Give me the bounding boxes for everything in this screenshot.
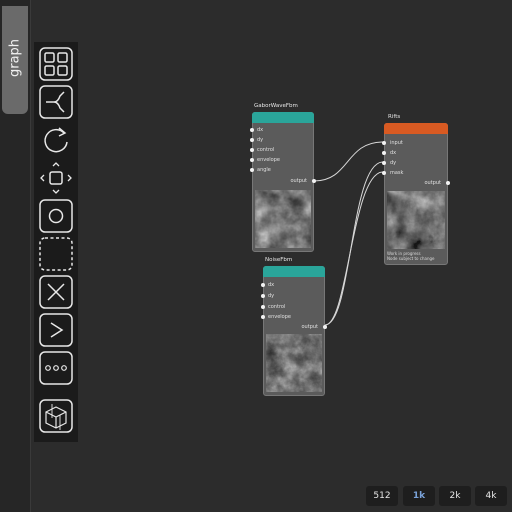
- port-label-mask: mask: [390, 170, 404, 176]
- port-label-output: output: [301, 324, 319, 330]
- input-port-envelope[interactable]: [261, 315, 265, 319]
- port-label-control: control: [257, 147, 275, 153]
- input-port-envelope[interactable]: [250, 158, 254, 162]
- wire-noise-to-rifts-dy: [324, 161, 384, 326]
- port-label-dx: dx: [268, 282, 275, 288]
- node-rifts[interactable]: input dx dy mask output Work in progress…: [382, 123, 450, 265]
- input-port-dx[interactable]: [250, 128, 254, 132]
- port-label-dx: dx: [257, 127, 264, 133]
- node-title-rifts: Rifts: [388, 114, 401, 120]
- port-label-input: input: [390, 140, 403, 146]
- resolution-4k-button[interactable]: 4k: [475, 486, 507, 506]
- port-label-envelope: envelope: [257, 157, 280, 163]
- input-port-dx[interactable]: [261, 283, 265, 287]
- output-port[interactable]: [312, 179, 316, 183]
- port-label-dy: dy: [390, 160, 397, 166]
- input-port-angle[interactable]: [250, 168, 254, 172]
- node-gaborwavefbm[interactable]: dx dy control envelope angle output: [250, 112, 316, 252]
- node-noisefbm[interactable]: dx dy control envelope output: [261, 266, 327, 396]
- node-header: [263, 266, 325, 277]
- preview-image-noise: [266, 334, 322, 392]
- preview-image-gabor: [255, 190, 311, 248]
- port-label-dx: dx: [390, 150, 397, 156]
- wire-gabor-to-rifts-input: [313, 141, 384, 182]
- node-header: [252, 112, 314, 123]
- input-port-control[interactable]: [250, 148, 254, 152]
- wire-noise-to-rifts-mask: [324, 171, 384, 326]
- port-label-dy: dy: [257, 137, 264, 143]
- port-label-dy: dy: [268, 293, 275, 299]
- node-header: [384, 123, 448, 134]
- input-port-mask[interactable]: [382, 171, 386, 175]
- input-port-dy[interactable]: [261, 294, 265, 298]
- port-label-output: output: [424, 180, 442, 186]
- resolution-1k-button[interactable]: 1k: [403, 486, 435, 506]
- input-port-dy[interactable]: [250, 138, 254, 142]
- input-port-dx[interactable]: [382, 151, 386, 155]
- node-title-noisefbm: NoiseFbm: [265, 257, 293, 263]
- resolution-512-button[interactable]: 512: [366, 486, 398, 506]
- port-label-angle: angle: [257, 167, 271, 173]
- node-title-gaborwavefbm: GaborWaveFbm: [254, 103, 298, 109]
- input-port-dy[interactable]: [382, 161, 386, 165]
- preview-image-rifts: [387, 191, 445, 249]
- input-port-control[interactable]: [261, 305, 265, 309]
- port-label-envelope: envelope: [268, 314, 291, 320]
- output-port[interactable]: [323, 325, 327, 329]
- input-port-input[interactable]: [382, 141, 386, 145]
- port-label-control: control: [268, 304, 286, 310]
- port-label-output: output: [290, 178, 308, 184]
- wip-note-line2: Node subject to change: [387, 256, 435, 261]
- resolution-2k-button[interactable]: 2k: [439, 486, 471, 506]
- output-port[interactable]: [446, 181, 450, 185]
